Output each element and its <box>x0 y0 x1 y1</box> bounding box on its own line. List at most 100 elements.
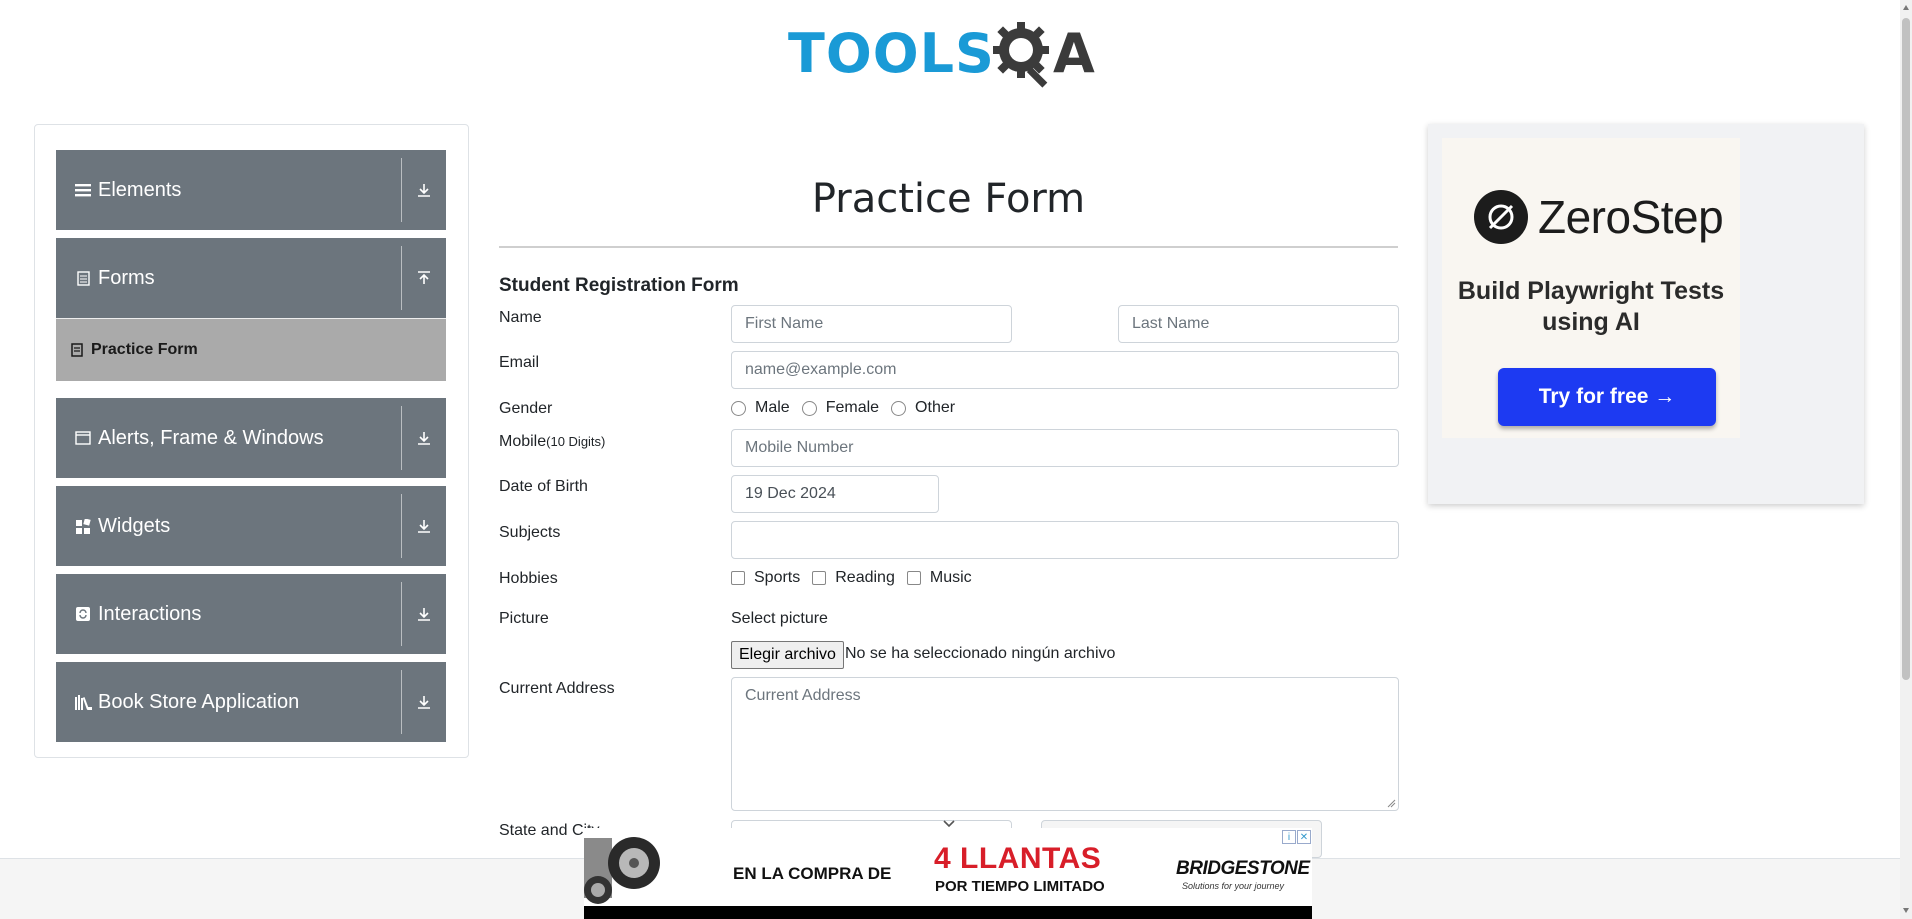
mobile-label: Mobile(10 Digits) <box>499 433 605 451</box>
sidebar-group-alerts[interactable]: Alerts, Frame & Windows <box>56 398 446 478</box>
expand-down-icon[interactable] <box>402 606 446 622</box>
radio-button[interactable] <box>731 400 746 416</box>
title-divider <box>499 246 1398 248</box>
subjects-input[interactable] <box>731 521 1399 559</box>
bridgestone-banner-ad[interactable]: EN LA COMPRA DE 4 LLANTAS POR TIEMPO LIM… <box>584 828 1312 919</box>
divider <box>401 670 402 734</box>
toolsqa-logo[interactable]: TOOLS A <box>788 15 1095 91</box>
radio-label: Male <box>755 399 790 416</box>
email-label: Email <box>499 354 540 371</box>
left-panel-menu: Elements Forms Practice Form Alerts, Fra… <box>34 124 469 758</box>
ad-text-headline: 4 LLANTAS <box>934 842 1102 875</box>
checkbox[interactable] <box>812 571 827 585</box>
divider <box>401 582 402 646</box>
widget-icon <box>74 517 92 535</box>
sidebar-group-label: Elements <box>98 178 182 201</box>
page-scrollbar[interactable] <box>1900 0 1912 919</box>
gender-option-other[interactable]: Other <box>891 399 955 417</box>
scroll-up-icon[interactable] <box>1902 3 1910 13</box>
email-input[interactable]: name@example.com <box>731 351 1399 389</box>
sidebar-group-book-store[interactable]: Book Store Application <box>56 662 446 742</box>
collapse-up-icon[interactable] <box>402 270 446 286</box>
document-icon <box>74 269 92 287</box>
sidebar-item-practice-form[interactable]: Practice Form <box>56 318 446 381</box>
hobby-option-music[interactable]: Music <box>906 569 972 587</box>
mobile-label-text: Mobile <box>499 433 547 450</box>
expand-down-icon[interactable] <box>402 430 446 446</box>
ad-brand-slogan: Solutions for your journey <box>1182 881 1285 891</box>
select-picture-caption: Select picture <box>731 610 828 627</box>
divider <box>401 158 402 222</box>
logo-text-a: A <box>1052 21 1095 85</box>
divider <box>401 406 402 470</box>
zerostep-mark-icon <box>1474 190 1528 244</box>
current-address-label: Current Address <box>499 680 615 697</box>
gender-label: Gender <box>499 400 553 417</box>
zerostep-ad[interactable]: ZeroStep Build Playwright Tests using AI… <box>1428 124 1864 504</box>
ad-close-icon[interactable]: ✕ <box>1297 830 1311 844</box>
hobby-option-reading[interactable]: Reading <box>812 569 895 587</box>
ad-info-icon[interactable]: i <box>1282 830 1296 844</box>
date-of-birth-input[interactable]: 19 Dec 2024 <box>731 475 939 513</box>
gear-magnifier-icon <box>992 22 1049 88</box>
scroll-thumb[interactable] <box>1902 18 1910 680</box>
sidebar-group-label: Forms <box>98 266 155 289</box>
tires-image <box>584 837 660 904</box>
sidebar-group-elements[interactable]: Elements <box>56 150 446 230</box>
name-label: Name <box>499 309 542 326</box>
sidebar-group-interactions[interactable]: Interactions <box>56 574 446 654</box>
gender-option-male[interactable]: Male <box>731 399 790 417</box>
checkbox-label: Reading <box>835 569 895 586</box>
mobile-input[interactable]: Mobile Number <box>731 429 1399 467</box>
radio-label: Other <box>915 399 956 416</box>
zerostep-logo: ZeroStep <box>1474 190 1724 244</box>
first-name-input[interactable]: First Name <box>731 305 1012 343</box>
hobby-option-sports[interactable]: Sports <box>731 569 800 587</box>
interaction-icon <box>74 605 92 623</box>
checkbox[interactable] <box>906 571 921 585</box>
ad-tagline: Build Playwright Tests using AI <box>1457 277 1725 336</box>
sidebar-group-label: Interactions <box>98 602 202 625</box>
expand-down-icon[interactable] <box>402 182 446 198</box>
form-icon <box>71 343 83 357</box>
sidebar-group-label: Alerts, Frame & Windows <box>98 426 324 449</box>
try-for-free-button[interactable]: Try for free → <box>1498 368 1716 426</box>
current-address-textarea[interactable]: Current Address <box>731 677 1399 811</box>
subjects-label: Subjects <box>499 524 561 541</box>
radio-button[interactable] <box>891 400 907 416</box>
expand-down-icon[interactable] <box>402 518 446 534</box>
sidebar-group-label: Book Store Application <box>98 690 300 713</box>
expand-down-icon[interactable] <box>402 694 446 710</box>
ad-controls: i ✕ <box>1281 830 1311 844</box>
hobbies-label: Hobbies <box>499 570 558 587</box>
sidebar-group-label: Widgets <box>98 514 171 537</box>
radio-label: Female <box>825 399 880 416</box>
page-title: Practice Form <box>811 176 1086 222</box>
divider <box>401 494 402 558</box>
address-placeholder: Current Address <box>745 687 861 704</box>
choose-file-button[interactable]: Elegir archivo <box>731 641 844 669</box>
hobbies-checkbox-group: Sports Reading Music <box>731 569 984 587</box>
radio-button[interactable] <box>801 400 817 416</box>
last-name-input[interactable]: Last Name <box>1118 305 1399 343</box>
scroll-down-icon[interactable] <box>1902 905 1910 915</box>
sidebar-group-widgets[interactable]: Widgets <box>56 486 446 566</box>
dob-label: Date of Birth <box>499 478 588 495</box>
mobile-hint: (10 Digits) <box>546 434 606 449</box>
form-heading: Student Registration Form <box>499 275 739 296</box>
sidebar-group-forms[interactable]: Forms <box>56 238 446 318</box>
ad-card: ZeroStep Build Playwright Tests using AI… <box>1442 138 1740 438</box>
file-status-text: No se ha seleccionado ningún archivo <box>845 645 1116 662</box>
gender-option-female[interactable]: Female <box>801 399 880 417</box>
hamburger-icon <box>74 181 92 199</box>
ad-text-subline: POR TIEMPO LIMITADO <box>935 878 1105 895</box>
window-icon <box>74 429 92 447</box>
books-icon <box>74 693 92 711</box>
ad-brand: ZeroStep <box>1538 191 1724 243</box>
checkbox[interactable] <box>731 571 745 585</box>
checkbox-label: Sports <box>754 569 801 586</box>
logo-text-tools: TOOLS <box>788 21 995 85</box>
picture-label: Picture <box>499 610 549 627</box>
resize-grip-icon[interactable] <box>1387 799 1396 808</box>
checkbox-label: Music <box>929 569 972 586</box>
